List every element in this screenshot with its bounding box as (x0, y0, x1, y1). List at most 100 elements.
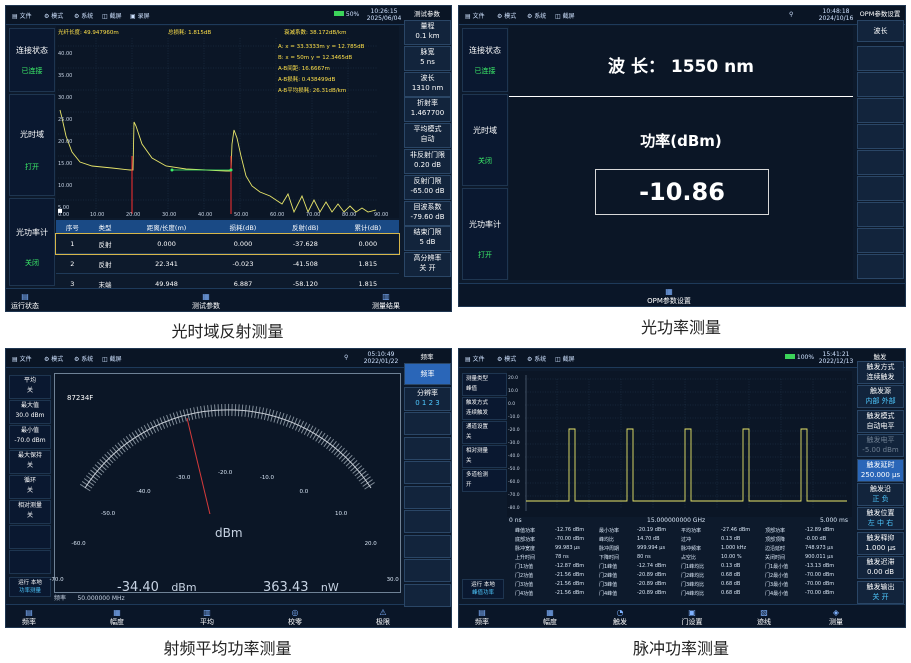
zero-menu-button[interactable]: ◎ 校零 (280, 608, 310, 627)
menu-file[interactable]: ▤ 文件 (12, 11, 32, 20)
amplitude-menu-button[interactable]: ▦ 幅度 (102, 608, 132, 627)
pulse-param[interactable]: 多道检测开 (462, 469, 507, 492)
otdr-toggle[interactable]: 光时域 关闭 (462, 94, 508, 186)
opm-toggle[interactable]: 光功率计 打开 (462, 188, 508, 280)
blank-softkey[interactable] (404, 412, 451, 435)
trigger-param-button[interactable]: 触发模式 自动电平 (857, 409, 904, 433)
blank-softkey[interactable] (857, 228, 904, 253)
table-row[interactable]: 1 反射 0.000 0.000 -37.628 0.000 (55, 232, 400, 255)
param-button[interactable]: 平均模式 自动 (404, 123, 451, 149)
results-button[interactable]: ▥ 测量结果 (366, 292, 406, 311)
trigger-param-button[interactable]: 触发电平 -5.00 dBm (857, 434, 904, 458)
blank-softkey[interactable] (857, 202, 904, 227)
rf-param[interactable]: 相对测量关 (9, 500, 51, 524)
param-button[interactable]: 反射门限 -65.00 dB (404, 174, 451, 200)
blank-softkey[interactable] (9, 525, 51, 549)
menu-screenshot[interactable]: ◫ 截屏 (555, 354, 575, 363)
menu-file[interactable]: ▤ 文件 (465, 354, 485, 363)
opm-toggle[interactable]: 光功率计 关闭 (9, 198, 55, 286)
menu-system[interactable]: ⚙ 系统 (527, 11, 546, 20)
blank-softkey[interactable] (857, 176, 904, 201)
blank-softkey[interactable] (404, 583, 451, 607)
menu-screenshot[interactable]: ◫ 截屏 (102, 354, 122, 363)
blank-softkey[interactable] (404, 436, 451, 460)
menu-system[interactable]: ⚙ 系统 (74, 354, 93, 363)
trace-menu-button[interactable]: ▧ 迹线 (749, 608, 779, 627)
rf-param[interactable]: 最小值 -70.0 dBm (9, 425, 51, 449)
blank-softkey[interactable] (9, 550, 51, 574)
gate-menu-button[interactable]: ▣ 门设置 (677, 608, 707, 627)
clock: 15:41:21 2022/12/13 (818, 351, 854, 365)
trigger-param-button[interactable]: 触发迟滞 0.00 dB (857, 556, 904, 580)
otdr-trace-area[interactable]: 光纤长度: 49.947960m 总损耗: 1.815dB 衰减系数: 38.1… (56, 26, 399, 218)
menu-mode[interactable]: ⚙ 模式 (44, 11, 63, 20)
resolution-button[interactable]: 分辨率 0 1 2 3 (404, 387, 451, 411)
measure-menu-button[interactable]: ◈ 测量 (821, 608, 851, 627)
blank-softkey[interactable] (857, 150, 904, 175)
menu-system[interactable]: ⚙ 系统 (527, 354, 546, 363)
menu-file[interactable]: ▤ 文件 (12, 354, 32, 363)
rf-param[interactable]: 最大保持关 (9, 450, 51, 474)
trigger-param-button[interactable]: 触发沿正 负 (857, 483, 904, 506)
rf-param[interactable]: 循环关 (9, 475, 51, 499)
param-button[interactable]: 波长 1310 nm (404, 71, 451, 97)
event-table: 序号 类型 距离/长度(m) 损耗(dB) 反射(dB) 累计(dB) 1 反射 0.000… (55, 220, 400, 294)
blank-softkey[interactable] (857, 98, 904, 123)
test-params-button[interactable]: ▦ 测试参数 (186, 292, 226, 311)
freq-menu-button[interactable]: ▤ 频率 (467, 608, 497, 627)
table-row[interactable]: 2 反射 22.341 -0.023 -41.508 1.815 (56, 253, 399, 274)
trigger-menu-button[interactable]: ◔ 触发 (605, 608, 635, 627)
param-button[interactable]: 高分辨率关 开 (404, 252, 451, 278)
blank-softkey[interactable] (404, 559, 451, 582)
table-cell: 门1峰均比 (681, 564, 705, 570)
param-button[interactable]: 量程 0.1 km (404, 20, 451, 45)
trigger-param-button[interactable]: 触发延时 250.000 μs (857, 458, 904, 482)
rf-param[interactable]: 平均关 (9, 375, 51, 399)
trigger-param-button[interactable]: 触发输出关 开 (857, 580, 904, 604)
blank-softkey[interactable] (404, 461, 451, 484)
frequency-button[interactable]: 频率 (404, 363, 451, 385)
menu-screenshot[interactable]: ◫ 截屏 (102, 11, 122, 20)
menu-record[interactable]: ▣ 录屏 (130, 11, 150, 20)
blank-softkey[interactable] (857, 124, 904, 149)
menu-mode[interactable]: ⚙ 模式 (497, 354, 516, 363)
param-button[interactable]: 非反射门限 0.20 dB (404, 149, 451, 174)
menu-file[interactable]: ▤ 文件 (465, 11, 485, 20)
param-button[interactable]: 折射率 1.467700 (404, 97, 451, 123)
blank-softkey[interactable] (404, 485, 451, 509)
rf-param-value: 关 (26, 387, 33, 394)
pulse-param[interactable]: 通道设置关 (462, 421, 507, 444)
run-status-button[interactable]: ▤ 运行状态 (10, 292, 40, 311)
param-button[interactable]: 结束门限 5 dB (404, 226, 451, 252)
blank-softkey[interactable] (404, 510, 451, 533)
blank-softkey[interactable] (857, 254, 904, 279)
blank-softkey[interactable] (857, 46, 904, 71)
trigger-param-button[interactable]: 触发释抑 1.000 μs (857, 531, 904, 555)
freq-menu-button[interactable]: ▤ 频率 (14, 608, 44, 627)
menu-system[interactable]: ⚙ 系统 (74, 11, 93, 20)
param-button[interactable]: 脉宽 5 ns (404, 45, 451, 71)
trigger-param-button[interactable]: 触发源 内部 外部 (857, 385, 904, 409)
wavelength-button[interactable]: 波长 (857, 20, 904, 42)
blank-softkey[interactable] (404, 534, 451, 558)
rf-param[interactable]: 最大值 30.0 dBm (9, 400, 51, 424)
amplitude-menu-button[interactable]: ▦ 幅度 (535, 608, 565, 627)
blank-softkey[interactable] (857, 72, 904, 97)
menu-screenshot[interactable]: ◫ 截屏 (555, 11, 575, 20)
average-menu-button[interactable]: ▥ 平均 (192, 608, 222, 627)
table-cell: -21.56 dBm (555, 572, 585, 578)
table-cell: 14.70 dB (637, 536, 660, 542)
otdr-toggle[interactable]: 光时域 打开 (9, 94, 55, 196)
pulse-param[interactable]: 相对测量关 (462, 445, 507, 468)
menu-mode[interactable]: ⚙ 模式 (497, 11, 516, 20)
param-button[interactable]: 回波系数 -79.60 dB (404, 200, 451, 226)
opm-settings-button[interactable]: ▦ OPM参数设置 (639, 287, 699, 306)
pulse-trace-area[interactable]: 20.0 10.0 0.0 -10.0 -20.0 -30.0 -40.0 -50.0 -60.… (507, 371, 852, 517)
trigger-param-button[interactable]: 触发方式 连续触发 (857, 361, 904, 384)
menu-mode[interactable]: ⚙ 模式 (44, 354, 63, 363)
pulse-param[interactable]: 测量类型 峰值 (462, 373, 507, 396)
table-cell: 0.13 dB (721, 536, 741, 542)
pulse-param[interactable]: 触发方式 连续触发 (462, 397, 507, 420)
trigger-param-button[interactable]: 触发位置左 中 右 (857, 507, 904, 531)
limit-menu-button[interactable]: ⚠ 极限 (368, 608, 398, 627)
